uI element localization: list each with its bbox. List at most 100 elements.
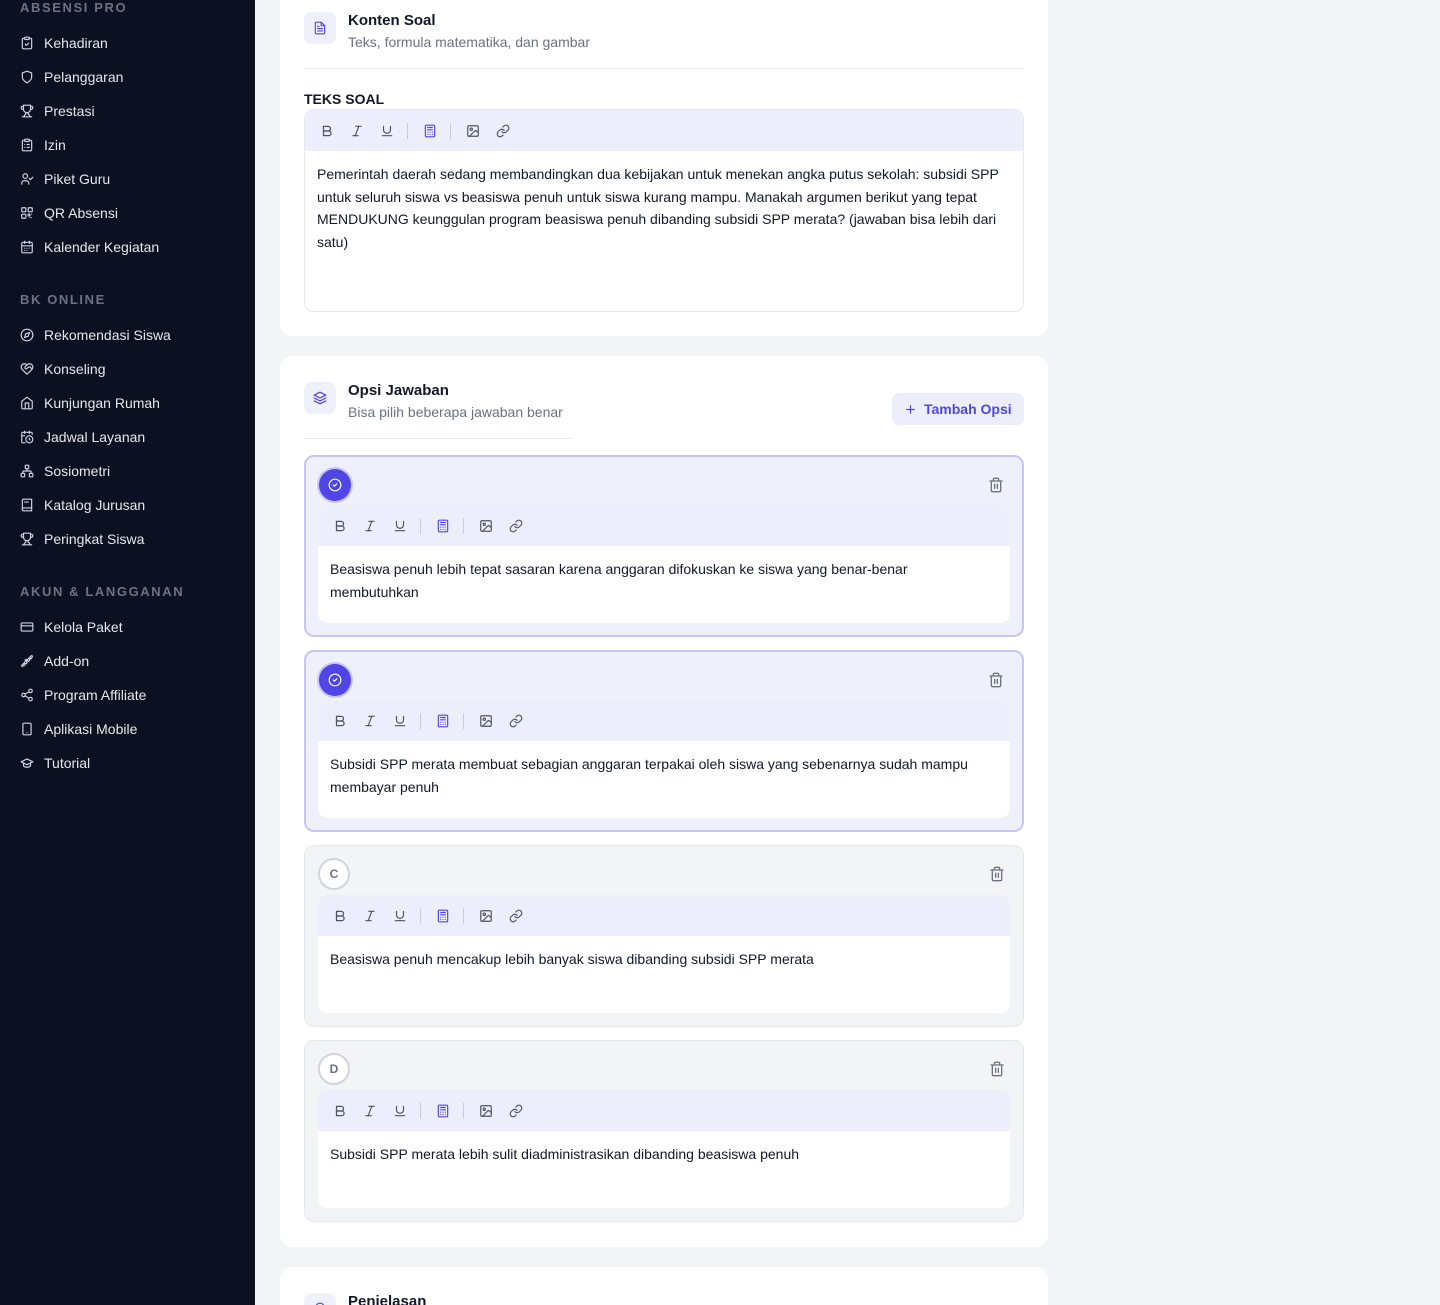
- sidebar-item-label: Prestasi: [44, 103, 95, 119]
- sidebar-item-piket-guru[interactable]: Piket Guru: [20, 168, 110, 190]
- option-editor[interactable]: Subsidi SPP merata membuat sebagian angg…: [318, 700, 1010, 818]
- layers-icon: [313, 391, 327, 405]
- home-icon: [21, 396, 33, 410]
- link-icon[interactable]: [508, 713, 524, 729]
- sidebar-section-akun: AKUN & LANGGANAN: [20, 584, 185, 599]
- option-letter-toggle[interactable]: D: [318, 1053, 350, 1085]
- italic-icon[interactable]: [362, 1103, 378, 1119]
- underline-icon[interactable]: [392, 518, 408, 534]
- link-icon[interactable]: [508, 518, 524, 534]
- editor-toolbar: [318, 1090, 1010, 1131]
- toolbar-separator: [463, 1102, 464, 1119]
- calendar-icon: [21, 240, 33, 254]
- bold-icon[interactable]: [319, 123, 335, 139]
- network-icon: [20, 464, 34, 478]
- option-text[interactable]: Subsidi SPP merata membuat sebagian angg…: [318, 741, 1010, 810]
- option-letter-toggle[interactable]: C: [318, 858, 350, 890]
- option-editor[interactable]: Subsidi SPP merata lebih sulit diadminis…: [318, 1090, 1010, 1208]
- image-icon[interactable]: [478, 713, 494, 729]
- italic-icon[interactable]: [362, 713, 378, 729]
- trash-icon[interactable]: [989, 1061, 1005, 1077]
- option-editor[interactable]: Beasiswa penuh mencakup lebih banyak sis…: [318, 895, 1010, 1013]
- calculator-icon[interactable]: [435, 713, 451, 729]
- card-icon-box: [304, 12, 336, 44]
- sidebar-item-label: Izin: [44, 137, 66, 153]
- image-icon[interactable]: [465, 123, 481, 139]
- option-correct-toggle[interactable]: [319, 469, 351, 501]
- image-icon[interactable]: [478, 518, 494, 534]
- sidebar-item-peringkat-siswa[interactable]: Peringkat Siswa: [20, 528, 144, 550]
- option-text[interactable]: Beasiswa penuh mencakup lebih banyak sis…: [318, 936, 1010, 983]
- underline-icon[interactable]: [392, 713, 408, 729]
- credit-card-icon: [20, 622, 34, 632]
- sidebar-item-kunjungan-rumah[interactable]: Kunjungan Rumah: [20, 392, 160, 414]
- sidebar: ABSENSI PRO Kehadiran Pelanggaran Presta…: [0, 0, 255, 1305]
- link-icon[interactable]: [508, 908, 524, 924]
- teks-soal-content[interactable]: Pemerintah daerah sedang membandingkan d…: [305, 151, 1023, 265]
- sidebar-item-kehadiran[interactable]: Kehadiran: [20, 32, 108, 54]
- sidebar-item-label: Katalog Jurusan: [44, 497, 146, 513]
- italic-icon[interactable]: [349, 123, 365, 139]
- italic-icon[interactable]: [362, 908, 378, 924]
- calculator-icon[interactable]: [422, 123, 438, 139]
- bold-icon[interactable]: [332, 518, 348, 534]
- sidebar-item-label: Program Affiliate: [44, 687, 147, 703]
- sidebar-item-kalender-kegiatan[interactable]: Kalender Kegiatan: [20, 236, 159, 258]
- sidebar-item-kelola-paket[interactable]: Kelola Paket: [20, 616, 123, 638]
- underline-icon[interactable]: [392, 908, 408, 924]
- sidebar-item-label: Kunjungan Rumah: [44, 395, 160, 411]
- sidebar-item-label: Konseling: [44, 361, 106, 377]
- plus-icon: [906, 404, 915, 414]
- sidebar-item-qr-absensi[interactable]: QR Absensi: [20, 202, 118, 224]
- toolbar-separator: [420, 517, 421, 534]
- image-icon[interactable]: [478, 908, 494, 924]
- option-text[interactable]: Beasiswa penuh lebih tepat sasaran karen…: [318, 546, 1010, 615]
- sidebar-item-label: Piket Guru: [44, 171, 111, 187]
- editor-toolbar: [305, 110, 1023, 151]
- opsi-jawaban-subtitle: Bisa pilih beberapa jawaban benar: [348, 404, 563, 420]
- sidebar-item-prestasi[interactable]: Prestasi: [20, 100, 95, 122]
- teks-soal-editor[interactable]: Pemerintah daerah sedang membandingkan d…: [304, 109, 1024, 312]
- editor-toolbar: [318, 505, 1010, 546]
- sidebar-item-aplikasi-mobile[interactable]: Aplikasi Mobile: [20, 718, 137, 740]
- sidebar-item-program-affiliate[interactable]: Program Affiliate: [20, 684, 146, 706]
- sidebar-item-add-on[interactable]: Add-on: [20, 650, 89, 672]
- trash-icon[interactable]: [989, 866, 1005, 882]
- toolbar-separator: [463, 712, 464, 729]
- qr-code-icon: [21, 207, 33, 219]
- image-icon[interactable]: [478, 1103, 494, 1119]
- sidebar-item-sosiometri[interactable]: Sosiometri: [20, 460, 110, 482]
- sidebar-item-rekomendasi-siswa[interactable]: Rekomendasi Siswa: [20, 324, 171, 346]
- tambah-opsi-button[interactable]: Tambah Opsi: [892, 393, 1024, 425]
- option-text[interactable]: Subsidi SPP merata lebih sulit diadminis…: [318, 1131, 1010, 1178]
- bold-icon[interactable]: [332, 908, 348, 924]
- book-icon: [21, 498, 33, 512]
- sidebar-item-tutorial[interactable]: Tutorial: [20, 752, 90, 774]
- sidebar-section-bk: BK ONLINE: [20, 292, 106, 307]
- sidebar-item-jadwal-layanan[interactable]: Jadwal Layanan: [20, 426, 145, 448]
- bold-icon[interactable]: [332, 713, 348, 729]
- sidebar-item-izin[interactable]: Izin: [20, 134, 66, 156]
- italic-icon[interactable]: [362, 518, 378, 534]
- calculator-icon[interactable]: [435, 908, 451, 924]
- sidebar-item-konseling[interactable]: Konseling: [20, 358, 106, 380]
- bold-icon[interactable]: [332, 1103, 348, 1119]
- clipboard-check-icon: [21, 36, 33, 50]
- sidebar-item-label: Rekomendasi Siswa: [44, 327, 171, 343]
- sidebar-item-label: Add-on: [44, 653, 90, 669]
- underline-icon[interactable]: [392, 1103, 408, 1119]
- option-correct-toggle[interactable]: [319, 664, 351, 696]
- sidebar-item-katalog-jurusan[interactable]: Katalog Jurusan: [20, 494, 145, 516]
- card-icon-box: [304, 1293, 336, 1305]
- link-icon[interactable]: [495, 123, 511, 139]
- option-b: Subsidi SPP merata membuat sebagian angg…: [304, 650, 1024, 832]
- sidebar-item-label: Kelola Paket: [44, 619, 123, 635]
- calculator-icon[interactable]: [435, 1103, 451, 1119]
- trash-icon[interactable]: [988, 672, 1004, 688]
- calculator-icon[interactable]: [435, 518, 451, 534]
- link-icon[interactable]: [508, 1103, 524, 1119]
- underline-icon[interactable]: [379, 123, 395, 139]
- sidebar-item-pelanggaran[interactable]: Pelanggaran: [20, 66, 123, 88]
- option-editor[interactable]: Beasiswa penuh lebih tepat sasaran karen…: [318, 505, 1010, 623]
- trash-icon[interactable]: [988, 477, 1004, 493]
